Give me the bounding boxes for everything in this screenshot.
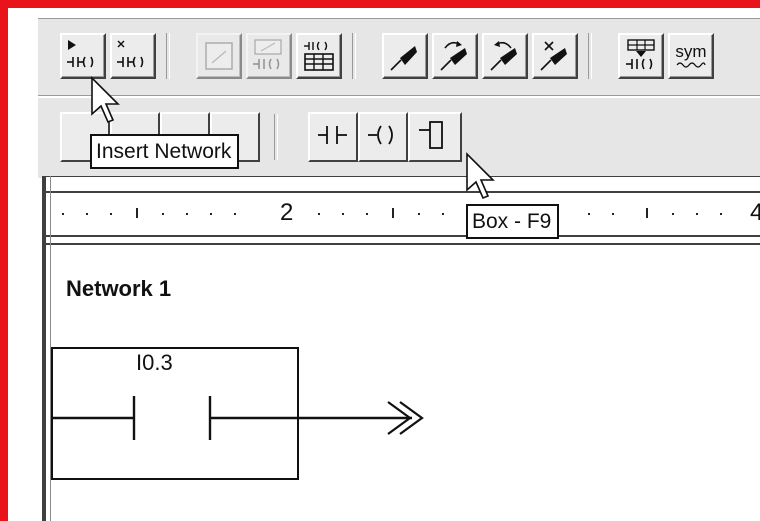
contact-address: I0.3	[136, 350, 173, 375]
box-tooltip: Box - F9	[466, 204, 560, 239]
mouse-cursor-icon	[91, 76, 120, 124]
insert-network-tooltip: Insert Network	[90, 134, 240, 169]
ladder-editor-window: sym 2 4 Network 1 I0.3 Insert Network Bo…	[38, 18, 760, 521]
selected-element-box	[51, 347, 299, 480]
mouse-cursor-icon	[466, 152, 495, 200]
ladder-diagram: I0.3	[51, 347, 424, 480]
